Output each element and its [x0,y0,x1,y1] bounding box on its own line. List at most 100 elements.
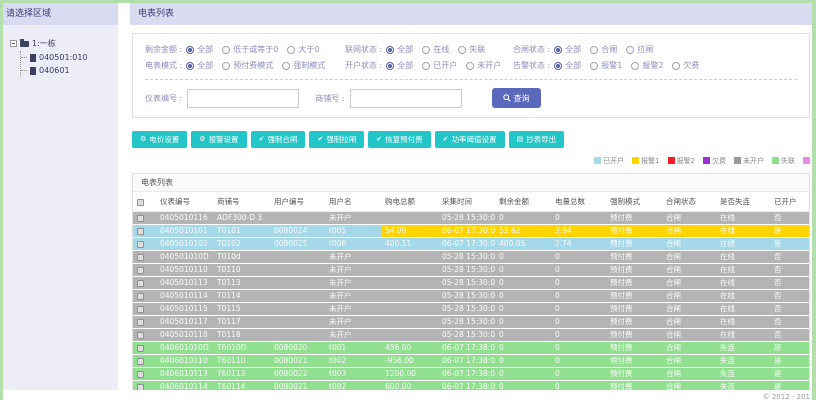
radio-option-label: 报警2 [642,61,664,70]
collapse-icon[interactable] [10,40,17,47]
cell: 0406010110 [156,354,213,368]
cell: 05-28 15:30:00 [438,276,495,290]
column-header: 是否失连 [716,192,770,212]
page: 请选择区域 1:一栋 040501:010 040601 电表列表 剩余金额 : 全… [0,0,816,400]
cell: -956.00 [381,354,438,368]
cell: 0 [495,289,551,303]
radio-option[interactable]: 全部 [186,58,213,74]
radio-option[interactable]: 全部 [554,42,581,58]
row-checkbox[interactable] [137,240,144,248]
row-checkbox[interactable] [137,279,144,287]
cell: 在线 [716,224,770,238]
tree-root[interactable]: 1:一栋 [10,38,116,49]
cell: 合闸 [662,341,716,355]
checkbox-cell [133,224,156,238]
cell: 在线 [716,315,770,329]
select-all-checkbox[interactable] [137,198,144,206]
cell: 是 [770,341,809,355]
radio-option[interactable]: 全部 [386,42,413,58]
cell: 0 [495,250,551,264]
tree-item[interactable]: 040501:010 [21,51,116,64]
legend-swatch [703,157,710,164]
radio-option[interactable]: 预付费模式 [222,58,273,74]
table-row: 040601010D T6010D 0080020 t001 456.00 06-07 1… [133,341,809,355]
meter-no-input[interactable] [187,88,300,108]
cell: 是 [770,237,809,251]
action-button[interactable]: ▤ 抄表导出 [508,131,565,148]
cell: 05-28 15:30:00 [438,328,495,342]
radio-option[interactable]: 失联 [458,42,485,58]
radio-option[interactable]: 全部 [386,58,413,74]
cell: 否 [770,302,809,316]
radio-option[interactable]: 报警2 [631,58,663,74]
radio-option[interactable]: 欠费 [672,58,699,74]
row-checkbox[interactable] [137,357,144,365]
cell: 合闸 [662,315,716,329]
radio-option[interactable]: 在线 [422,42,449,58]
tree-root-label: 1:一栋 [32,39,56,48]
cell: 0080021 [270,380,325,390]
cell: 未开户 [325,328,381,342]
legend-swatch [632,157,640,164]
cell [381,211,438,225]
cell: T0115 [213,302,270,316]
cell: 预付费 [606,263,662,277]
cell: 0405010118 [156,328,213,342]
action-button[interactable]: ⚙ 报警设置 [191,131,247,148]
radio-option[interactable]: 拉闸 [626,42,653,58]
radio-option[interactable]: 合闸 [590,42,617,58]
radio-option[interactable]: 大于0 [287,42,319,58]
column-header: 强制模式 [606,192,662,212]
cell: 0 [495,211,551,225]
table-row: 0405010110 T0110 未开户 05-28 15:30:00 0 0 预付费 合闸在… [133,263,809,277]
cell: 预付费 [606,276,662,290]
filter-group: 剩余金额 : 全部 低于或等于0 大于0 [145,42,345,58]
tree-item[interactable]: 040601 [21,64,116,77]
cell: 否 [770,315,809,329]
row-checkbox[interactable] [137,266,144,274]
filter-label: 合闸状态 : [513,45,551,54]
cell: 0 [551,263,606,277]
row-checkbox[interactable] [137,292,144,300]
cell: 0 [551,289,606,303]
radio-option[interactable]: 强制模式 [282,58,325,74]
filter-box: 剩余金额 : 全部 低于或等于0 大于0 联网状态 : 全部 在线 失联 合闸状态 : 全部 合闸 拉… [132,33,810,118]
main-content: 剩余金额 : 全部 低于或等于0 大于0 联网状态 : 全部 在线 失联 合闸状态 : 全部 合闸拉… [130,25,812,390]
action-button[interactable]: ✔ 强制拉闸 [309,131,365,148]
cell: 0 [551,315,606,329]
cell: 05-28 15:30:00 [438,302,495,316]
row-checkbox[interactable] [137,370,144,378]
shop-no-input[interactable] [349,88,462,108]
row-checkbox[interactable] [137,344,144,352]
radio-option[interactable]: 未开户 [466,58,501,74]
action-button[interactable]: ✔ 强制合闸 [250,131,306,148]
row-checkbox[interactable] [137,253,144,261]
radio-option[interactable]: 报警1 [590,58,622,74]
cell: 合闸 [662,289,716,303]
radio-option[interactable]: 低于或等于0 [222,42,278,58]
action-button[interactable]: ✔ 恢复预付费 [368,131,431,148]
query-button[interactable]: 查询 [491,88,541,108]
cell: 05-28 15:30:00 [438,315,495,329]
row-checkbox[interactable] [137,318,144,326]
radio-option[interactable]: 全部 [554,58,581,74]
row-checkbox[interactable] [137,305,144,313]
radio-option[interactable]: 已开户 [422,58,457,74]
cell: 0 [495,380,551,390]
cell: 未开户 [325,250,381,264]
filter-label: 告警状态 : [513,61,551,70]
radio-icon [186,62,195,70]
row-checkbox[interactable] [137,227,144,235]
cell: 0405010110 [156,263,213,277]
cell: 0 [551,276,606,290]
table-row: 0405010102 T0102 0080025 t006 400.11 06-07 17… [133,237,809,251]
radio-option[interactable]: 全部 [186,42,213,58]
row-checkbox[interactable] [137,383,144,390]
cell [381,315,438,329]
action-button[interactable]: ⚙ 电价设置 [132,131,188,148]
action-button[interactable]: ✔ 功率阈值设置 [434,131,505,148]
row-checkbox[interactable] [137,214,144,222]
column-header: 用户编号 [270,192,325,212]
row-checkbox[interactable] [137,331,144,339]
cell: 失连 [716,341,770,355]
